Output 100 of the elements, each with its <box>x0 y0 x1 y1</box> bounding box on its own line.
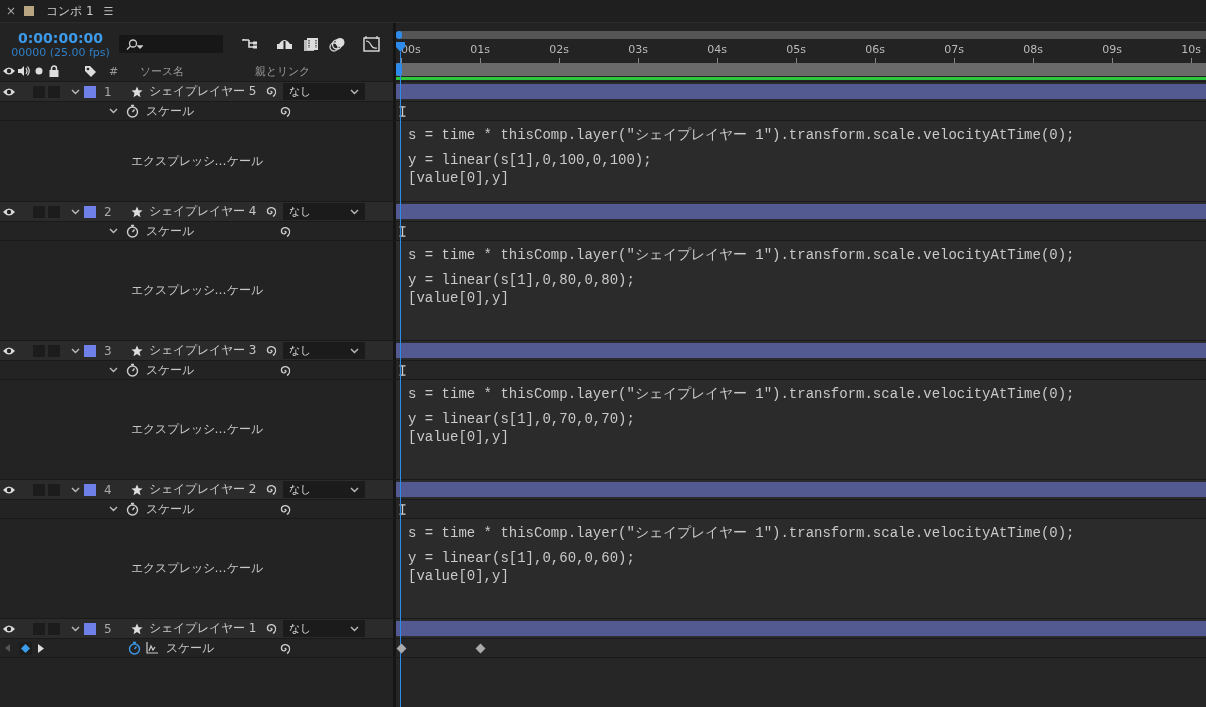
time-ruler-label: 05s <box>786 43 806 56</box>
label-color-swatch[interactable] <box>84 483 96 496</box>
layer-name[interactable]: シェイプレイヤー 5 <box>149 83 257 100</box>
parent-dropdown[interactable]: なし <box>283 481 365 498</box>
property-name: スケール <box>146 361 194 379</box>
graph-icon[interactable] <box>146 642 159 654</box>
pick-whip-icon[interactable] <box>264 205 277 218</box>
expression-code-line[interactable]: y = linear(s[1],0,80,0,80); <box>408 272 1206 288</box>
graph-editor-icon[interactable] <box>363 36 380 52</box>
audio-icon <box>18 65 30 77</box>
star-icon <box>131 344 143 357</box>
label-color-swatch[interactable] <box>84 622 96 635</box>
layer-name[interactable]: シェイプレイヤー 1 <box>149 620 257 637</box>
caret-icon <box>350 347 359 354</box>
time-ruler-label: 06s <box>865 43 885 56</box>
close-tab-button[interactable]: × <box>6 4 17 18</box>
layer-number: 2 <box>104 204 113 219</box>
layer-number: 1 <box>104 84 113 99</box>
search-field[interactable] <box>119 35 223 53</box>
stopwatch-icon[interactable] <box>128 641 141 655</box>
visibility-eye-icon[interactable] <box>2 345 16 356</box>
stopwatch-icon[interactable] <box>126 224 139 238</box>
visibility-eye-icon[interactable] <box>2 206 16 217</box>
panel-menu-button[interactable]: ☰ <box>103 4 114 18</box>
expand-chevron[interactable] <box>71 88 80 95</box>
pick-whip-icon[interactable] <box>264 483 277 496</box>
work-area-start-handle[interactable] <box>396 31 402 39</box>
parent-dropdown[interactable]: なし <box>283 83 365 100</box>
current-timecode[interactable]: 0:00:00:00 <box>18 29 103 46</box>
visibility-eye-icon[interactable] <box>2 484 16 495</box>
time-ruler-label: 01s <box>470 43 490 56</box>
frame-count: 00000 (25.00 fps) <box>11 45 110 59</box>
label-color-swatch[interactable] <box>84 344 96 357</box>
frame-blending-icon[interactable] <box>303 36 319 52</box>
pick-whip-icon[interactable] <box>278 104 291 118</box>
expression-code-line[interactable]: [value[0],y] <box>408 429 1206 445</box>
expression-code-line[interactable]: [value[0],y] <box>408 170 1206 186</box>
visibility-eye-icon[interactable] <box>2 86 16 97</box>
parent-link-column-header[interactable]: 親とリンク <box>255 63 311 79</box>
property-name: スケール <box>146 102 194 120</box>
expression-code-line[interactable]: s = time * thisComp.layer("シェイプレイヤー 1").transform.scale.velocityAtTime(0); <box>408 246 1206 264</box>
lock-icon <box>49 65 59 77</box>
caret-icon <box>350 486 359 493</box>
expand-chevron[interactable] <box>109 506 118 512</box>
expand-chevron[interactable] <box>71 208 80 215</box>
expression-label: エクスプレッシ…ケール <box>130 282 263 299</box>
layer-number-column-header[interactable]: # <box>109 64 119 78</box>
expand-chevron[interactable] <box>71 625 80 632</box>
parent-dropdown[interactable]: なし <box>283 203 365 220</box>
expression-code-line[interactable]: y = linear(s[1],0,60,0,60); <box>408 550 1206 566</box>
solo-dot-icon <box>35 67 43 75</box>
pick-whip-icon[interactable] <box>264 622 277 635</box>
expand-chevron[interactable] <box>71 486 80 493</box>
parent-dropdown[interactable]: なし <box>283 620 365 637</box>
time-ruler-label: 07s <box>944 43 964 56</box>
layer-name[interactable]: シェイプレイヤー 2 <box>149 481 257 498</box>
star-icon <box>131 622 143 635</box>
stopwatch-icon[interactable] <box>126 363 139 377</box>
caret-icon <box>350 625 359 632</box>
expression-code-line[interactable]: s = time * thisComp.layer("シェイプレイヤー 1").transform.scale.velocityAtTime(0); <box>408 524 1206 542</box>
property-name: スケール <box>146 222 194 240</box>
stopwatch-icon[interactable] <box>126 104 139 118</box>
next-keyframe-icon[interactable] <box>38 643 44 653</box>
label-color-swatch[interactable] <box>84 205 96 218</box>
expression-code-line[interactable]: s = time * thisComp.layer("シェイプレイヤー 1").transform.scale.velocityAtTime(0); <box>408 385 1206 403</box>
shy-layers-icon[interactable] <box>276 37 293 51</box>
expression-code-line[interactable]: y = linear(s[1],0,70,0,70); <box>408 411 1206 427</box>
expand-chevron[interactable] <box>109 228 118 234</box>
panel-title[interactable]: コンポ 1 <box>46 2 94 20</box>
pick-whip-icon[interactable] <box>278 502 291 516</box>
expression-label: エクスプレッシ…ケール <box>130 560 263 577</box>
star-icon <box>131 85 143 98</box>
pick-whip-icon[interactable] <box>264 344 277 357</box>
pick-whip-icon[interactable] <box>264 85 277 98</box>
layer-name[interactable]: シェイプレイヤー 4 <box>149 203 257 220</box>
pick-whip-icon[interactable] <box>278 224 291 238</box>
expression-code-line[interactable]: s = time * thisComp.layer("シェイプレイヤー 1").transform.scale.velocityAtTime(0); <box>408 126 1206 144</box>
source-name-column-header[interactable]: ソース名 <box>140 63 185 79</box>
pick-whip-icon[interactable] <box>278 641 291 655</box>
i-beam-icon <box>399 364 406 376</box>
property-name: スケール <box>166 639 214 657</box>
expand-chevron[interactable] <box>109 108 118 114</box>
layer-name[interactable]: シェイプレイヤー 3 <box>149 342 257 359</box>
expression-code-line[interactable]: [value[0],y] <box>408 568 1206 584</box>
label-color-swatch[interactable] <box>84 85 96 98</box>
expression-code-line[interactable]: y = linear(s[1],0,100,0,100); <box>408 152 1206 168</box>
expand-chevron[interactable] <box>109 367 118 373</box>
flowchart-icon[interactable] <box>241 37 259 51</box>
expression-code-line[interactable]: [value[0],y] <box>408 290 1206 306</box>
stopwatch-icon[interactable] <box>126 502 139 516</box>
pick-whip-icon[interactable] <box>278 363 291 377</box>
visibility-eye-icon[interactable] <box>2 623 16 634</box>
parent-dropdown[interactable]: なし <box>283 342 365 359</box>
i-beam-icon <box>399 225 406 237</box>
i-beam-icon <box>399 503 406 515</box>
keyframe-toggle-icon[interactable] <box>19 641 32 655</box>
time-ruler-label: 08s <box>1023 43 1043 56</box>
time-ruler-label: 03s <box>628 43 648 56</box>
expand-chevron[interactable] <box>71 347 80 354</box>
motion-blur-icon[interactable] <box>329 36 346 52</box>
